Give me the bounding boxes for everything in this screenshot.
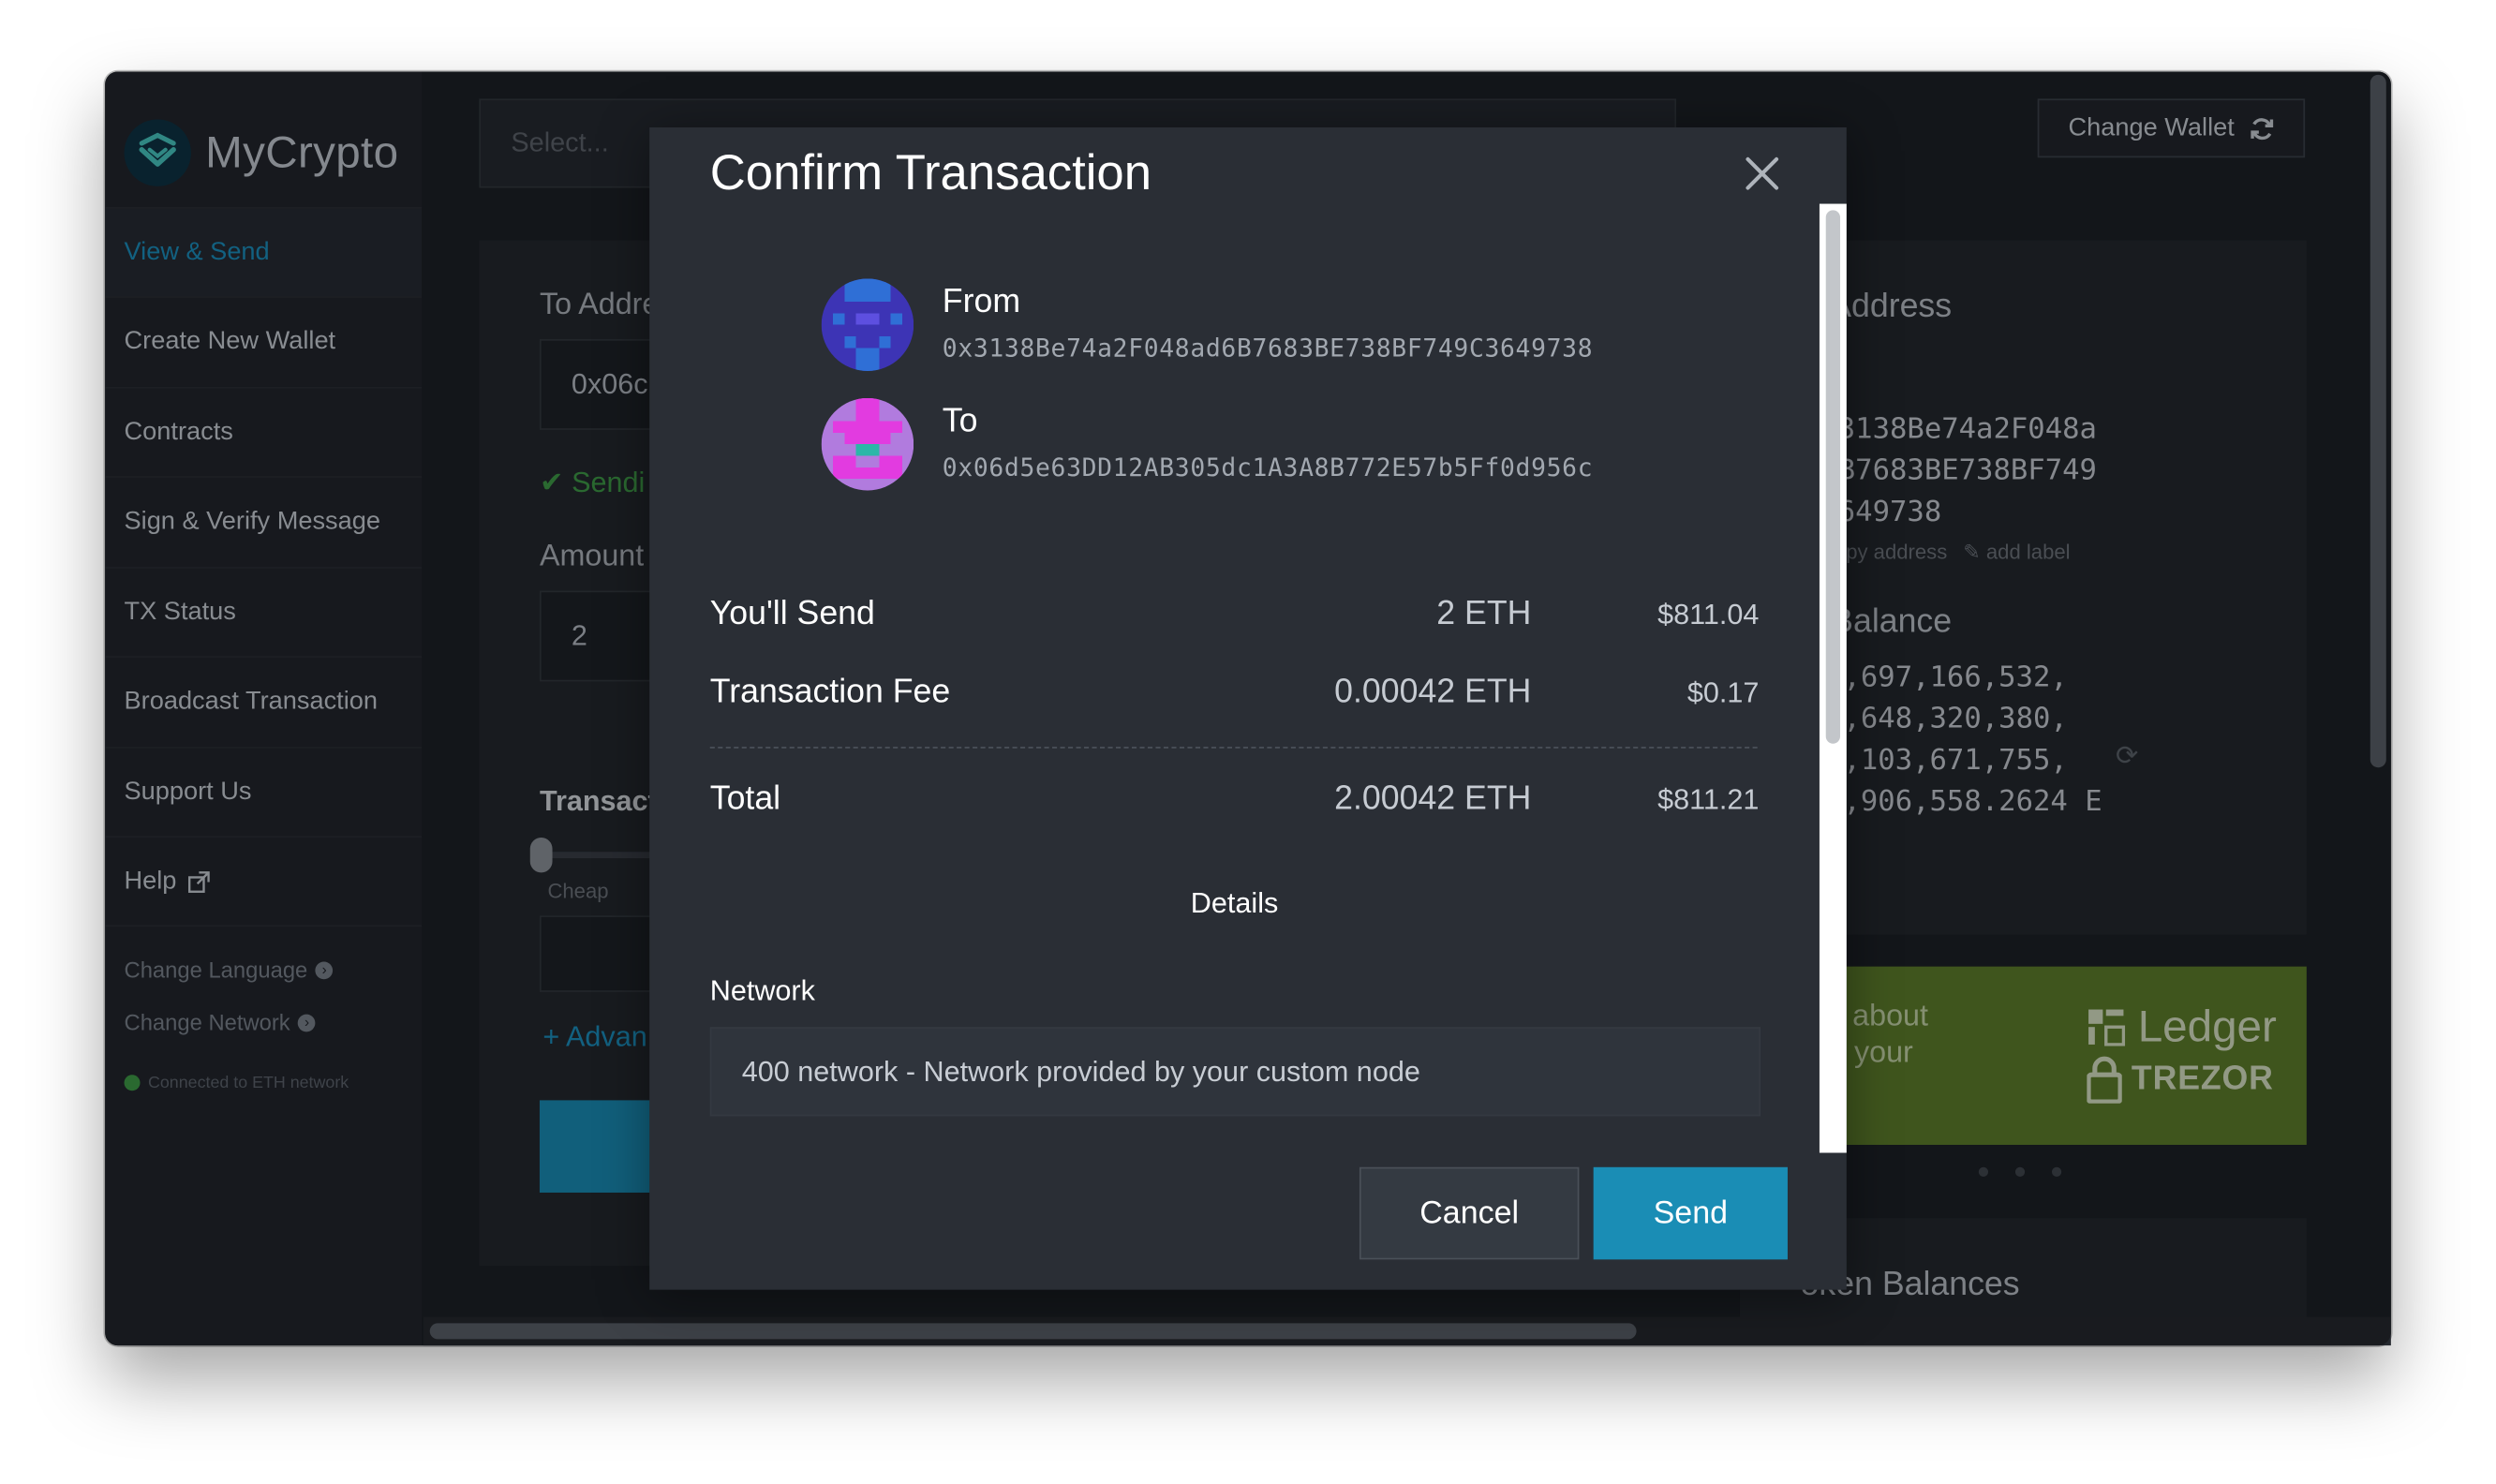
confirm-transaction-modal: Confirm Transaction From 0x3138Be74a2F04… — [649, 126, 1847, 1290]
to-address: 0x06d5e63DD12AB305dc1A3A8B772E57b5Ff0d95… — [942, 453, 1594, 482]
modal-scrollbar-thumb[interactable] — [1825, 210, 1841, 744]
modal-title: Confirm Transaction — [709, 144, 1152, 201]
close-icon — [1746, 156, 1779, 190]
cancel-button[interactable]: Cancel — [1359, 1166, 1580, 1260]
send-button[interactable]: Send — [1593, 1166, 1788, 1260]
network-label: Network — [709, 974, 815, 1007]
to-label: To — [942, 402, 978, 440]
fee-usd: $0.17 — [1686, 676, 1760, 709]
to-identicon — [821, 397, 914, 491]
from-identicon — [821, 278, 914, 371]
page-root: MyCrypto View & Send Create New Wallet C… — [0, 0, 2496, 1484]
fee-eth: 0.00042 ETH — [1334, 673, 1532, 711]
fee-label: Transaction Fee — [709, 673, 951, 711]
send-button-label: Send — [1653, 1195, 1729, 1230]
total-label: Total — [709, 779, 781, 817]
from-address: 0x3138Be74a2F048ad6B7683BE738BF749C36497… — [942, 334, 1594, 364]
from-label: From — [942, 283, 1021, 320]
total-usd: $811.21 — [1657, 783, 1760, 816]
network-value: 400 network - Network provided by your c… — [741, 1054, 1420, 1087]
total-divider — [709, 747, 1758, 749]
total-eth: 2.00042 ETH — [1334, 779, 1532, 817]
network-field: 400 network - Network provided by your c… — [709, 1027, 1761, 1117]
modal-close-button[interactable] — [1742, 153, 1783, 194]
send-amount-label: You'll Send — [709, 595, 875, 632]
send-amount-eth: 2 ETH — [1436, 595, 1532, 632]
details-toggle[interactable]: Details — [649, 887, 1820, 921]
send-amount-usd: $811.04 — [1657, 599, 1760, 631]
cancel-button-label: Cancel — [1419, 1195, 1520, 1230]
